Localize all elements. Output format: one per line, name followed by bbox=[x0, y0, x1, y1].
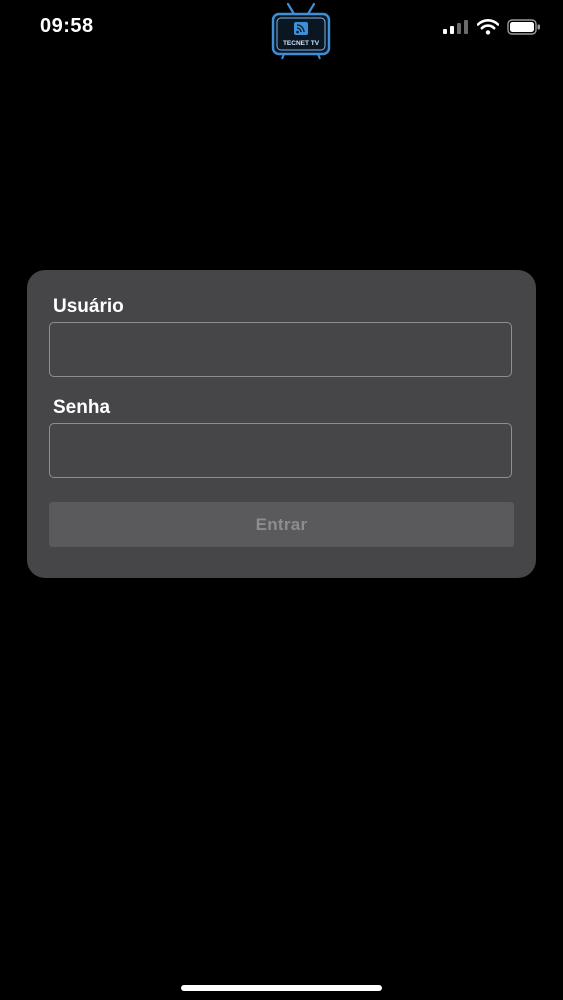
status-icons bbox=[443, 18, 541, 36]
home-indicator[interactable] bbox=[181, 985, 382, 991]
status-time: 09:58 bbox=[40, 15, 94, 37]
username-input[interactable] bbox=[49, 322, 512, 377]
password-input[interactable] bbox=[49, 423, 512, 478]
status-bar: 09:58 TECNET TV bbox=[0, 0, 563, 60]
username-label: Usuário bbox=[53, 296, 124, 317]
password-label: Senha bbox=[53, 397, 111, 418]
login-card: Usuário Senha Entrar bbox=[27, 270, 536, 578]
logo-text: TECNET TV bbox=[283, 40, 320, 47]
login-screen: 09:58 TECNET TV Usuário Senha Entrar bbox=[0, 0, 563, 1000]
battery-icon bbox=[507, 19, 540, 35]
login-button[interactable]: Entrar bbox=[49, 502, 514, 547]
signal-icon bbox=[443, 20, 468, 34]
wifi-icon bbox=[477, 19, 499, 35]
tecnet-tv-logo: TECNET TV bbox=[270, 2, 332, 60]
